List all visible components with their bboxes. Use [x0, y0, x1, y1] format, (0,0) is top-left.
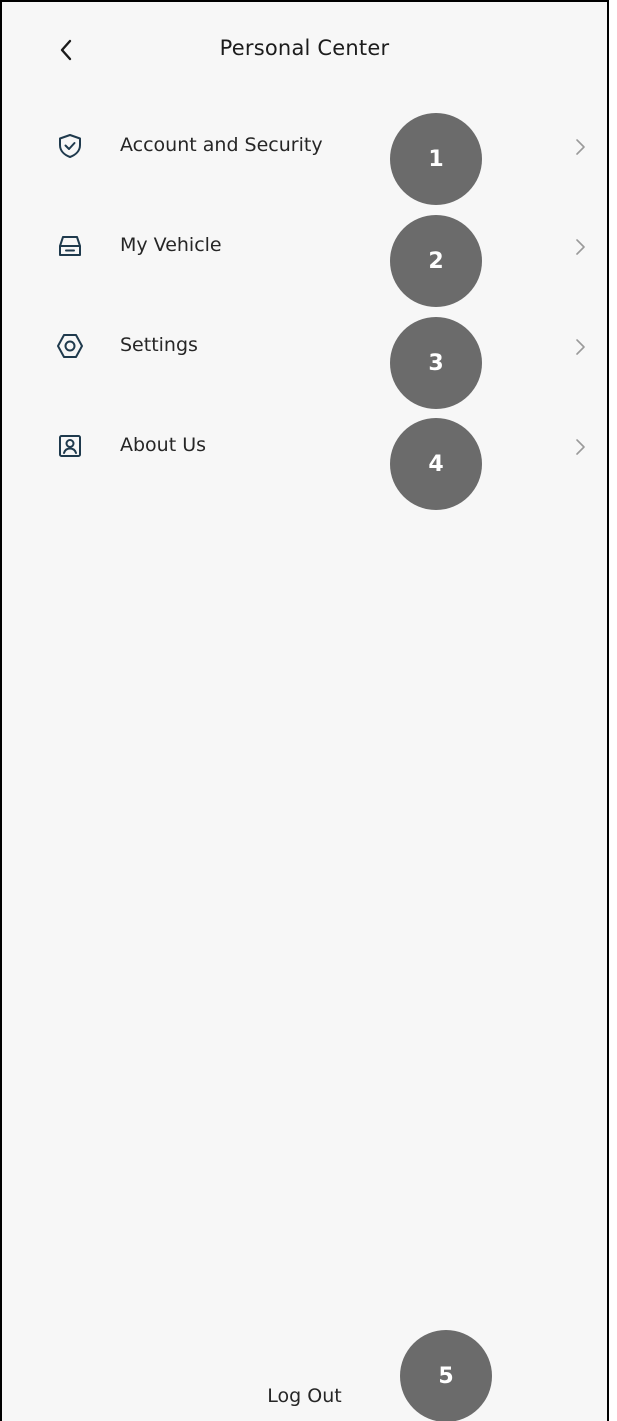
annotation-badge-3: 3	[390, 317, 482, 409]
annotation-badge-5: 5	[400, 1330, 492, 1421]
annotation-badge-1: 1	[390, 113, 482, 205]
menu-item-label: About Us	[120, 434, 207, 456]
menu-item-settings[interactable]: Settings	[2, 298, 607, 398]
menu-item-label: Account and Security	[120, 134, 323, 156]
hexagon-gear-icon	[56, 332, 84, 360]
menu-item-my-vehicle[interactable]: My Vehicle	[2, 198, 607, 298]
menu-item-account-security[interactable]: Account and Security	[2, 98, 607, 198]
chevron-right-icon	[570, 435, 590, 459]
menu-item-label: My Vehicle	[120, 234, 222, 256]
annotation-badge-4: 4	[390, 418, 482, 510]
menu-list: Account and Security My Vehicle Settings…	[2, 98, 607, 498]
logout-button[interactable]: Log Out	[2, 1385, 607, 1407]
header: Personal Center	[2, 2, 607, 102]
personal-center-screen: Personal Center Account and Security My …	[0, 0, 609, 1421]
shield-check-icon	[56, 132, 84, 160]
menu-item-about-us[interactable]: About Us	[2, 398, 607, 498]
menu-item-label: Settings	[120, 334, 198, 356]
annotation-badge-2: 2	[390, 215, 482, 307]
user-card-icon	[56, 432, 84, 460]
car-icon	[56, 232, 84, 260]
page-title: Personal Center	[219, 36, 390, 60]
chevron-right-icon	[570, 335, 590, 359]
chevron-right-icon	[570, 135, 590, 159]
chevron-right-icon	[570, 235, 590, 259]
